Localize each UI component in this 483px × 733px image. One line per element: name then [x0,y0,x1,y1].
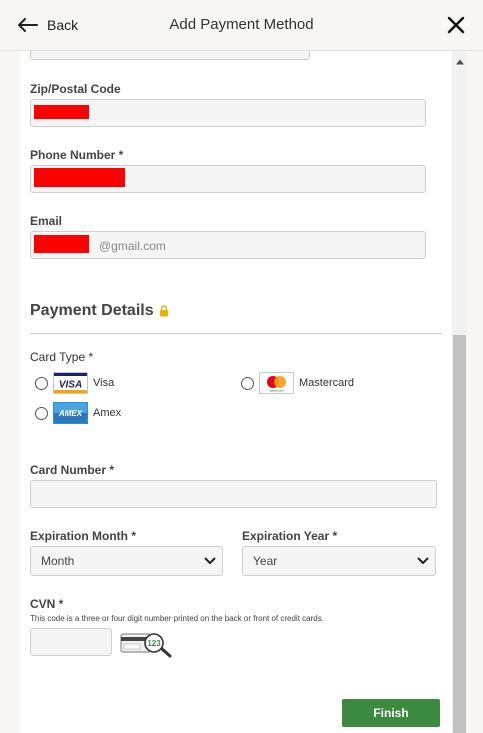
cvn-label: CVN * [30,597,64,611]
visa-logo: VISA [53,372,88,394]
radio-visa[interactable] [35,377,48,390]
cvn-input[interactable] [30,628,112,656]
scrollbar-thumb[interactable] [453,335,466,733]
exp-month-label: Expiration Month * [30,529,136,543]
amex-logo: AMEX [53,402,88,424]
exp-month-value: Month [41,554,75,568]
exp-year-label: Expiration Year * [242,529,338,543]
header-bar: Back Add Payment Method [0,0,483,51]
redaction-bar [34,235,89,253]
section-divider [30,333,442,334]
scroll-up-arrow-icon [455,59,464,65]
payment-details-heading: Payment Details [30,302,169,320]
exp-month-select[interactable]: Month [30,546,223,576]
mastercard-logo-text: mastercard [269,389,284,393]
card-number-input[interactable] [30,480,437,508]
exp-year-value: Year [253,554,278,568]
cvn-magnifier-icon: 123 [120,633,172,658]
email-value-suffix: @gmail.com [99,239,166,253]
chevron-down-icon [204,557,216,564]
visa-logo-icon: VISA [54,373,87,393]
scrollbar[interactable] [452,51,467,733]
redaction-bar [34,105,89,119]
phone-label: Phone Number * [30,148,124,162]
scroll-up-button[interactable] [452,55,467,69]
form-panel: Zip/Postal Code Phone Number * Email @gm… [20,51,452,733]
visa-logo-text: VISA [59,380,82,391]
email-input[interactable]: @gmail.com [30,231,426,259]
card-number-label: Card Number * [30,463,115,477]
lock-icon [159,305,168,317]
zip-label: Zip/Postal Code [30,82,121,96]
phone-input[interactable] [30,165,426,193]
cvn-sample-digits: 123 [147,639,161,648]
mastercard-logo: mastercard [259,372,294,394]
card-type-label-text: Card Type * [30,350,94,364]
email-label: Email [30,214,63,228]
exp-year-select[interactable]: Year [242,546,436,576]
amex-logo-text: AMEX [58,409,83,418]
zip-input[interactable] [30,99,426,127]
amex-label: Amex [93,407,122,419]
mastercard-label: Mastercard [299,377,355,389]
chevron-down-icon [417,557,429,564]
section-title-text: Payment Details [30,302,154,319]
radio-mastercard[interactable] [241,377,254,390]
card-type-label: Card Type * [30,350,93,364]
page-title: Add Payment Method [169,16,314,33]
redaction-bar [34,168,125,187]
visa-label: Visa [93,377,115,389]
address-field-partial[interactable] [30,51,310,60]
cvn-help-text: This code is a three or four digit numbe… [30,614,324,623]
close-icon[interactable] [446,15,466,35]
mastercard-logo-icon: mastercard [267,376,286,393]
radio-amex[interactable] [35,407,48,420]
finish-button[interactable]: Finish [342,699,440,727]
amex-logo-icon: AMEX [54,403,87,423]
right-gutter [467,51,483,733]
